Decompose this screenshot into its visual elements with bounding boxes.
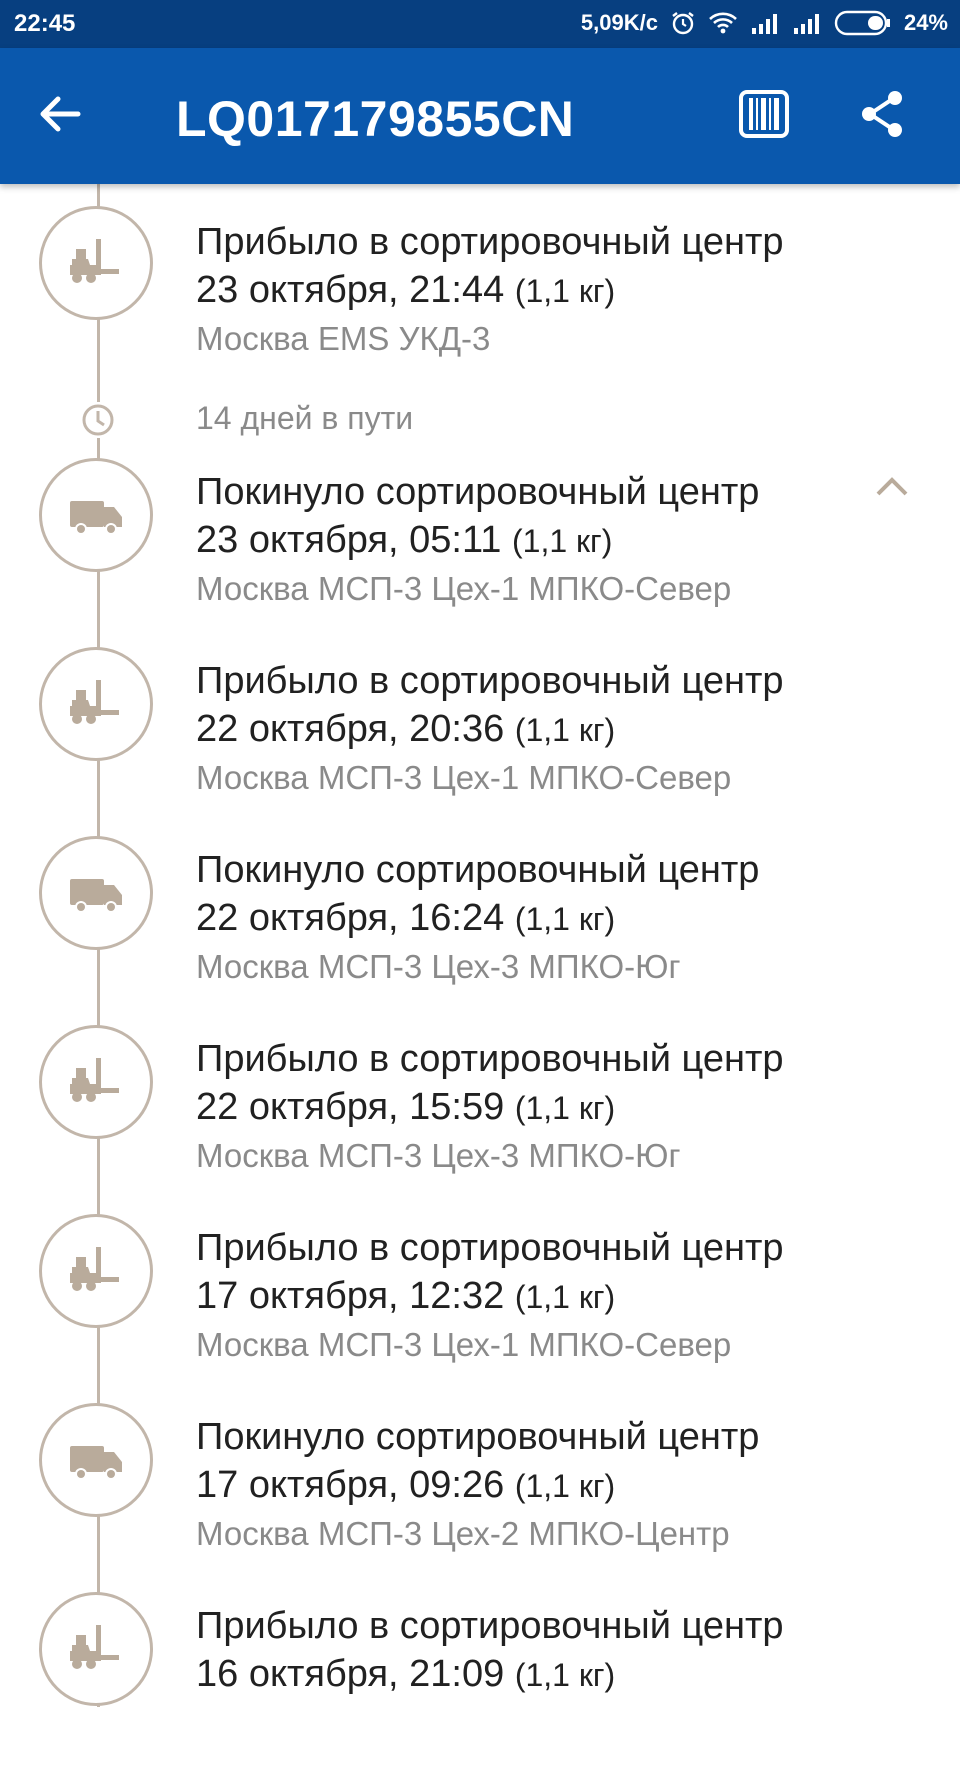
event-date: 23 октября, 21:44 [196,269,505,311]
event-location: Москва МСП-3 Цех-1 МПКО-Север [196,1326,732,1363]
forklift-icon [39,1214,153,1328]
event-weight: (1,1 кг) [514,1090,616,1126]
event-location: Москва МСП-3 Цех-2 МПКО-Центр [196,1515,730,1552]
signal-icon [792,12,822,34]
forklift-icon [39,1592,153,1706]
back-arrow-icon[interactable] [34,88,86,140]
event-status: Прибыло в сортировочный центр [196,1038,784,1080]
event-date: 22 октября, 15:59 [196,1086,505,1128]
event-weight: (1,1 кг) [514,901,616,937]
timeline-event[interactable]: Покинуло сортировочный центр 17 октября,… [0,1403,960,1583]
signal-icon [750,12,780,34]
tracking-number: LQ017179855CN [176,91,575,147]
transit-text: 14 дней в пути [196,400,414,436]
timeline-event[interactable]: Прибыло в сортировочный центр 16 октября… [0,1592,960,1772]
event-weight: (1,1 кг) [514,273,616,309]
timeline-event[interactable]: Прибыло в сортировочный центр 22 октября… [0,1025,960,1205]
event-weight: (1,1 кг) [514,1468,616,1504]
status-time: 22:45 [14,10,76,37]
battery-level: 24% [903,10,948,35]
truck-icon [39,836,153,950]
event-status: Прибыло в сортировочный центр [196,1227,784,1269]
battery-icon [834,10,892,36]
event-location: Москва МСП-3 Цех-1 МПКО-Север [196,570,732,607]
forklift-icon [39,1025,153,1139]
event-weight: (1,1 кг) [514,1657,616,1693]
truck-icon [39,458,153,572]
event-weight: (1,1 кг) [512,523,613,559]
app-bar: LQ017179855CN [0,48,960,184]
event-weight: (1,1 кг) [514,1279,616,1315]
event-location: Москва МСП-3 Цех-3 МПКО-Юг [196,948,681,985]
truck-icon [39,1403,153,1517]
wifi-icon [708,11,738,35]
clock-icon [80,402,116,438]
event-date: 17 октября, 12:32 [196,1275,505,1317]
forklift-icon [39,206,153,320]
timeline-event[interactable]: Покинуло сортировочный центр 22 октября,… [0,836,960,1016]
chevron-up-icon[interactable] [872,468,912,508]
forklift-icon [39,647,153,761]
event-weight: (1,1 кг) [514,712,616,748]
event-date: 23 октября, 05:11 [196,519,502,561]
event-status: Покинуло сортировочный центр [196,849,760,891]
event-status: Прибыло в сортировочный центр [196,1605,784,1647]
network-speed: 5,09K/c [580,10,658,35]
event-status: Прибыло в сортировочный центр [196,221,784,263]
transit-duration: 14 дней в пути [0,390,960,450]
event-location: Москва МСП-3 Цех-1 МПКО-Север [196,759,732,796]
event-date: 16 октября, 21:09 [196,1653,505,1695]
timeline-event[interactable]: Прибыло в сортировочный центр 22 октября… [0,647,960,827]
event-date: 17 октября, 09:26 [196,1464,505,1506]
share-icon[interactable] [856,88,908,140]
event-date: 22 октября, 16:24 [196,897,505,939]
event-status: Покинуло сортировочный центр [196,1416,760,1458]
event-status: Покинуло сортировочный центр [196,471,760,513]
alarm-icon [670,10,696,36]
status-indicators: 5,09K/c 24% [581,10,948,36]
status-bar: 22:45 5,09K/c 24% [0,0,960,48]
event-location: Москва МСП-3 Цех-3 МПКО-Юг [196,1137,681,1174]
event-status: Прибыло в сортировочный центр [196,660,784,702]
timeline-event[interactable]: Прибыло в сортировочный центр 23 октября… [0,206,960,386]
event-date: 22 октября, 20:36 [196,708,505,750]
barcode-icon[interactable] [738,88,790,140]
timeline-event[interactable]: Покинуло сортировочный центр 23 октября,… [0,458,960,638]
event-location: Москва EMS УКД-3 [196,320,491,357]
timeline-event[interactable]: Прибыло в сортировочный центр 17 октября… [0,1214,960,1394]
tracking-timeline: Прибыло в сортировочный центр 23 октября… [0,184,960,1707]
